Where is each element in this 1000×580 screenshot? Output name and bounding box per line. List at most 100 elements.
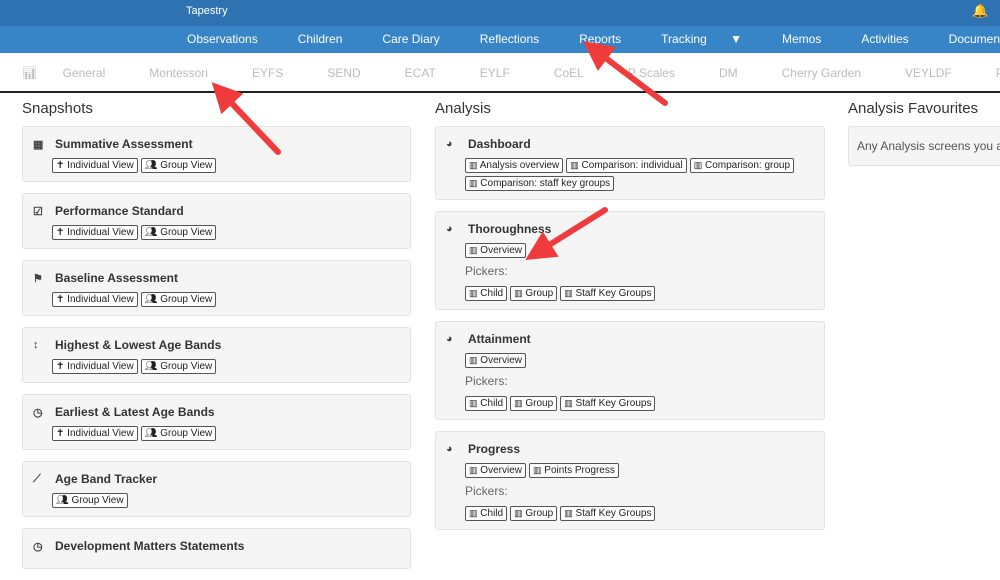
picker-group-button[interactable]: ▥ Group	[510, 396, 558, 411]
users-icon: 👥︎	[144, 294, 158, 305]
bar-chart-icon: 📊︎	[22, 66, 41, 80]
overview-button[interactable]: ▥ Overview	[465, 353, 526, 368]
tab-eylf[interactable]: EYLF	[480, 53, 532, 91]
nav-memos[interactable]: Memos	[782, 26, 841, 53]
picker-child-button[interactable]: ▥ Child	[465, 396, 508, 411]
bar-chart-icon: ▥	[469, 465, 478, 475]
flag-icon: ⚑	[33, 272, 43, 285]
snapshot-card: ↕ Highest & Lowest Age Bands ✝ Individual …	[22, 327, 411, 383]
comparison-staff-key-groups-button[interactable]: ▥ Comparison: staff key groups	[465, 176, 615, 191]
vertical-arrows-icon: ↕	[33, 339, 39, 351]
tab-cherry-garden[interactable]: Cherry Garden	[782, 53, 883, 91]
bar-chart-icon: ▥	[693, 160, 703, 170]
individual-view-button[interactable]: ✝ Individual View	[52, 292, 138, 307]
clock-icon: ◷	[33, 406, 43, 419]
snapshot-card: ☑ Performance Standard ✝ Individual View 👥︎…	[22, 193, 411, 249]
nav-documents[interactable]: Documents	[949, 26, 1000, 53]
nav-reflections[interactable]: Reflections	[480, 26, 559, 53]
analysis-heading: Analysis	[435, 100, 491, 117]
bar-chart-icon: ▥	[564, 508, 573, 518]
bar-chart-icon: ▥	[564, 288, 573, 298]
pie-chart-icon: ◕	[446, 138, 453, 150]
individual-view-button[interactable]: ✝ Individual View	[52, 426, 138, 441]
nav-care-diary[interactable]: Care Diary	[382, 26, 459, 53]
tab-pks1-2[interactable]: PKS1/2	[996, 53, 1000, 91]
bar-chart-icon: ▥	[469, 355, 478, 365]
nav-children[interactable]: Children	[298, 26, 363, 53]
picker-staff-key-groups-button[interactable]: ▥ Staff Key Groups	[560, 506, 656, 521]
group-view-button[interactable]: 👥︎ Group View	[140, 292, 217, 307]
bar-chart-icon: ▥	[514, 398, 523, 408]
bar-chart-icon: ▥	[469, 398, 478, 408]
child-icon: ✝	[56, 227, 65, 238]
bar-chart-icon: ▥	[514, 288, 523, 298]
card-title: Dashboard	[468, 137, 531, 151]
tab-general[interactable]: 📊︎ General	[22, 53, 127, 91]
child-icon: ✝	[56, 294, 65, 305]
group-view-button[interactable]: 👥︎ Group View	[140, 426, 217, 441]
pie-chart-icon: ◕	[446, 443, 453, 455]
tab-veyldf[interactable]: VEYLDF	[905, 53, 974, 91]
nav-reports[interactable]: Reports	[579, 26, 641, 53]
picker-staff-key-groups-button[interactable]: ▥ Staff Key Groups	[560, 396, 656, 411]
caret-down-icon: ▼	[730, 32, 742, 46]
points-progress-button[interactable]: ▥ Points Progress	[528, 463, 619, 478]
individual-view-button[interactable]: ✝ Individual View	[52, 359, 138, 374]
calendar-check-icon: ☑	[33, 205, 43, 218]
analysis-card: ◕ Attainment ▥ Overview Pickers: ▥ Child ▥ Gr…	[435, 321, 825, 420]
snapshot-card: ⟋ Age Band Tracker 👥︎ Group View	[22, 461, 411, 517]
picker-group-button[interactable]: ▥ Group	[510, 506, 558, 521]
card-title: Baseline Assessment	[55, 271, 178, 285]
snapshot-card: ⚑ Baseline Assessment ✝ Individual View 👥︎ …	[22, 260, 411, 316]
comparison-group-button[interactable]: ▥ Comparison: group	[689, 158, 795, 173]
picker-staff-key-groups-button[interactable]: ▥ Staff Key Groups	[560, 286, 656, 301]
tab-ecat[interactable]: ECAT	[405, 53, 458, 91]
group-view-button[interactable]: 👥︎ Group View	[140, 359, 217, 374]
snapshot-card: ◷ Earliest & Latest Age Bands ✝ Individual…	[22, 394, 411, 450]
users-icon: 👥︎	[144, 160, 158, 171]
card-title: Thoroughness	[468, 222, 552, 236]
overview-button[interactable]: ▥ Overview	[465, 463, 526, 478]
card-title: Age Band Tracker	[55, 472, 158, 486]
tab-montessori[interactable]: Montessori	[149, 53, 230, 91]
group-view-button[interactable]: 👥︎ Group View	[140, 158, 217, 173]
comparison-individual-button[interactable]: ▥ Comparison: individual	[566, 158, 687, 173]
analysis-card: ◕ Progress ▥ Overview ▥ Points Progress Pick…	[435, 431, 825, 530]
top-bar: Tapestry 🔔	[0, 0, 1000, 26]
bar-chart-icon: ▥	[469, 288, 478, 298]
analysis-card: ◕ Dashboard ▥ Analysis overview ▥ Compariso…	[435, 126, 825, 200]
nav-activities[interactable]: Activities	[861, 26, 928, 53]
picker-child-button[interactable]: ▥ Child	[465, 286, 508, 301]
favourites-column: Analysis Favourites Any Analysis screens…	[848, 100, 1000, 166]
users-icon: 👥︎	[144, 227, 158, 238]
users-icon: 👥︎	[144, 428, 158, 439]
bar-chart-icon: ▥	[532, 465, 542, 475]
analysis-column: Analysis ◕ Dashboard ▥ Analysis overview ▥ …	[435, 100, 825, 541]
overview-button[interactable]: ▥ Overview	[465, 243, 526, 258]
pie-chart-icon: ◕	[446, 223, 453, 235]
snapshot-card: ▦ Summative Assessment ✝ Individual View 👥︎…	[22, 126, 411, 182]
pickers-label: Pickers:	[465, 374, 508, 388]
tab-eyfs[interactable]: EYFS	[252, 53, 305, 91]
nav-observations[interactable]: Observations	[187, 26, 278, 53]
bar-chart-icon: ▥	[469, 245, 478, 255]
nav-tracking[interactable]: Tracking ▼	[661, 26, 762, 53]
picker-child-button[interactable]: ▥ Child	[465, 506, 508, 521]
individual-view-button[interactable]: ✝ Individual View	[52, 158, 138, 173]
app-title[interactable]: Tapestry	[186, 5, 228, 17]
analysis-overview-button[interactable]: ▥ Analysis overview	[465, 158, 564, 173]
bell-icon[interactable]: 🔔	[972, 3, 988, 19]
tab-send[interactable]: SEND	[327, 53, 382, 91]
line-chart-icon: ⟋	[33, 472, 41, 485]
group-view-button[interactable]: 👥︎ Group View	[140, 225, 217, 240]
picker-group-button[interactable]: ▥ Group	[510, 286, 558, 301]
pickers-label: Pickers:	[465, 264, 508, 278]
group-view-button[interactable]: 👥︎ Group View	[52, 493, 128, 508]
bar-chart-icon: ▥	[469, 508, 478, 518]
tab-coel[interactable]: CoEL	[554, 53, 606, 91]
tab-dm[interactable]: DM	[719, 53, 760, 91]
card-title: Highest & Lowest Age Bands	[55, 338, 222, 352]
framework-tabs: 📊︎ General Montessori EYFS SEND ECAT EYLF CoEL…	[0, 53, 1000, 93]
individual-view-button[interactable]: ✝ Individual View	[52, 225, 138, 240]
tab-p-scales[interactable]: P Scales	[628, 53, 697, 91]
